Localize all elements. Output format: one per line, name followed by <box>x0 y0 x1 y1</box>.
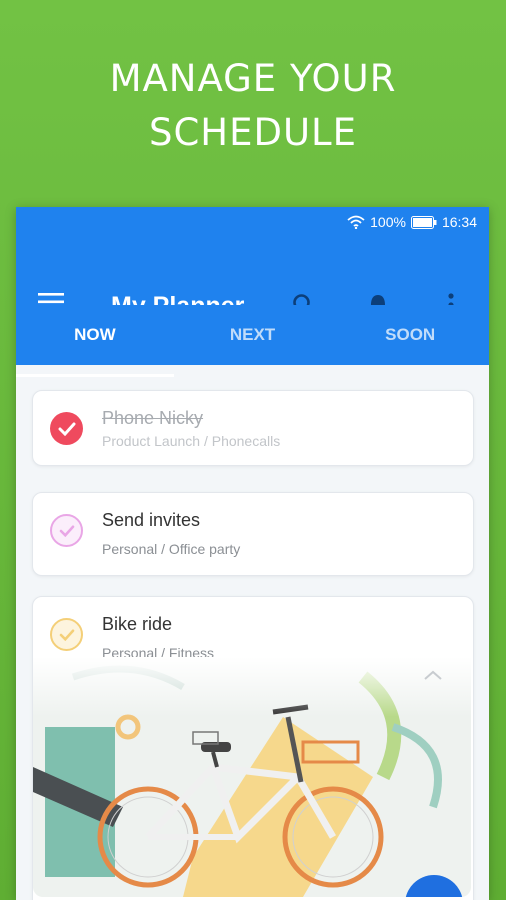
check-icon[interactable] <box>50 618 83 651</box>
promo-line-1: MANAGE YOUR <box>109 57 397 100</box>
promo-line-2: SCHEDULE <box>148 111 358 154</box>
clock: 16:34 <box>441 214 477 230</box>
status-bar: 100% 16:34 <box>16 207 489 237</box>
battery-icon <box>410 215 437 229</box>
task-subtitle: Product Launch / Phonecalls <box>102 433 281 449</box>
phone-screen: 100% 16:34 My Planner <box>16 207 489 900</box>
task-card[interactable]: Phone Nicky Product Launch / Phonecalls <box>32 390 474 466</box>
task-title: Phone Nicky <box>102 408 204 428</box>
task-subtitle: Personal / Office party <box>102 541 241 557</box>
check-icon[interactable] <box>50 514 83 547</box>
battery-percent: 100% <box>370 214 406 230</box>
task-card[interactable]: Bike ride Personal / Fitness <box>32 596 474 900</box>
tab-next[interactable]: NEXT <box>174 305 332 365</box>
task-title: Send invites <box>102 510 201 530</box>
tab-bar: NOW NEXT SOON <box>16 305 489 377</box>
promo-headline: MANAGE YOUR SCHEDULE <box>0 52 506 160</box>
task-title: Bike ride <box>102 614 173 634</box>
tab-soon[interactable]: SOON <box>331 305 489 365</box>
wifi-icon <box>347 215 365 229</box>
task-card[interactable]: Send invites Personal / Office party <box>32 492 474 576</box>
bike-photo <box>33 657 471 897</box>
check-icon[interactable] <box>50 412 83 445</box>
tab-now[interactable]: NOW <box>16 305 174 377</box>
